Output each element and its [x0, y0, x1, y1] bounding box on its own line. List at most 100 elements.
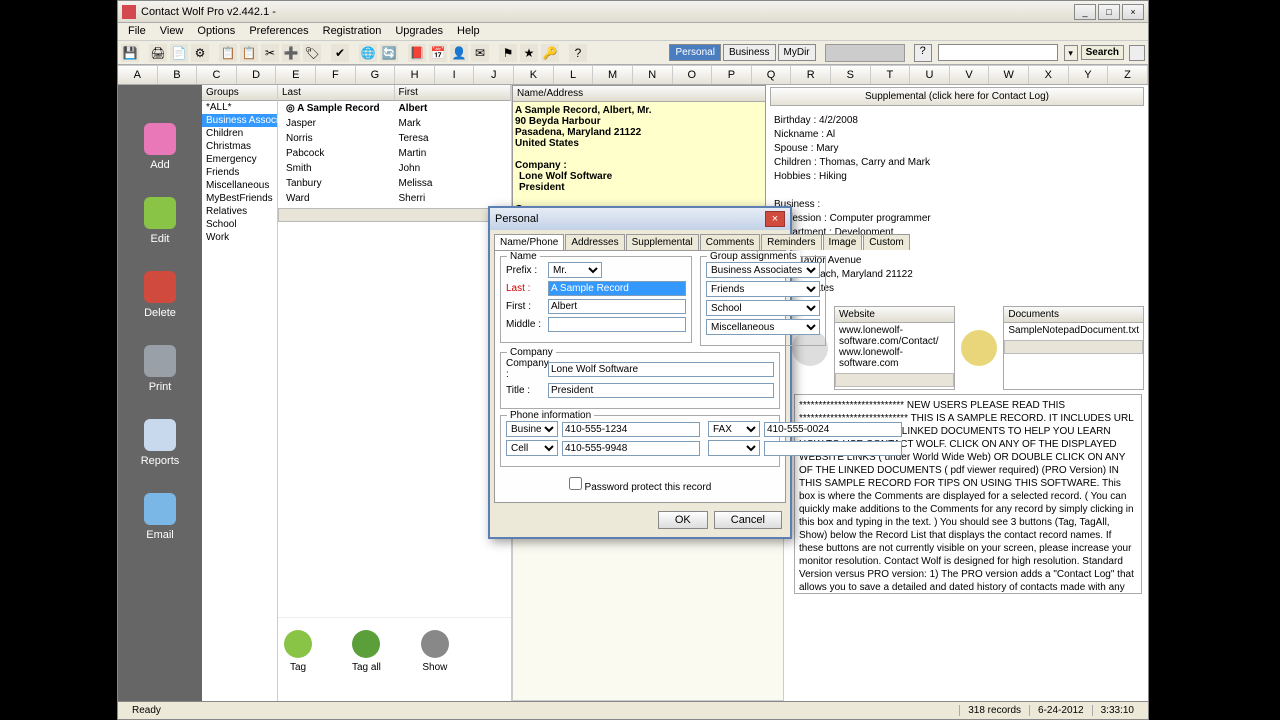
- group-item[interactable]: Christmas: [202, 140, 277, 153]
- menu-upgrades[interactable]: Upgrades: [388, 23, 450, 40]
- search-input[interactable]: [938, 44, 1058, 61]
- search-options-icon[interactable]: [1129, 45, 1145, 61]
- alpha-tab-R[interactable]: R: [791, 65, 831, 84]
- mail-icon[interactable]: ✉: [471, 44, 489, 62]
- help-button[interactable]: ?: [914, 44, 932, 62]
- menu-options[interactable]: Options: [190, 23, 242, 40]
- side-add[interactable]: Add: [144, 115, 176, 179]
- group-item[interactable]: MyBestFriends: [202, 192, 277, 205]
- add-icon[interactable]: ➕: [282, 44, 300, 62]
- contact-row[interactable]: JasperMark: [278, 116, 511, 131]
- alpha-tab-A[interactable]: A: [118, 65, 158, 84]
- contact-row[interactable]: PabcockMartin: [278, 146, 511, 161]
- phone-number-input[interactable]: [562, 441, 700, 456]
- alpha-tab-U[interactable]: U: [910, 65, 950, 84]
- group-item[interactable]: Emergency: [202, 153, 277, 166]
- documents-body[interactable]: SampleNotepadDocument.txt: [1004, 323, 1143, 338]
- alpha-tab-Y[interactable]: Y: [1069, 65, 1109, 84]
- refresh-icon[interactable]: 🔄: [380, 44, 398, 62]
- group-assign-select[interactable]: Friends: [706, 281, 820, 297]
- side-reports[interactable]: Reports: [141, 411, 180, 475]
- cancel-button[interactable]: Cancel: [714, 511, 782, 529]
- alpha-tab-L[interactable]: L: [554, 65, 594, 84]
- website-scrollbar[interactable]: [835, 373, 954, 387]
- group-item[interactable]: Miscellaneous: [202, 179, 277, 192]
- group-item[interactable]: *ALL*: [202, 101, 277, 114]
- menu-preferences[interactable]: Preferences: [242, 23, 315, 40]
- alpha-tab-Q[interactable]: Q: [752, 65, 792, 84]
- close-button[interactable]: ×: [1122, 4, 1144, 20]
- paste-icon[interactable]: 📋: [240, 44, 258, 62]
- dialog-tab-comments[interactable]: Comments: [700, 234, 760, 250]
- alpha-tab-N[interactable]: N: [633, 65, 673, 84]
- dialog-tab-custom[interactable]: Custom: [863, 234, 909, 250]
- side-edit[interactable]: Edit: [144, 189, 176, 253]
- mode-business[interactable]: Business: [723, 44, 776, 61]
- book-icon[interactable]: 📕: [408, 44, 426, 62]
- middle-input[interactable]: [548, 317, 686, 332]
- globe-icon[interactable]: 🌐: [359, 44, 377, 62]
- tag-icon[interactable]: 🏷: [303, 44, 321, 62]
- print-icon[interactable]: 🖨: [149, 44, 167, 62]
- alpha-tab-H[interactable]: H: [395, 65, 435, 84]
- alpha-tab-E[interactable]: E: [276, 65, 316, 84]
- menu-view[interactable]: View: [153, 23, 191, 40]
- key-icon[interactable]: 🔑: [541, 44, 559, 62]
- contacts-scrollbar[interactable]: [278, 208, 511, 222]
- phone-number-input[interactable]: [764, 422, 902, 437]
- phone-type-select[interactable]: FAX: [708, 421, 760, 437]
- tool-tag-all[interactable]: Tag all: [352, 630, 381, 673]
- alpha-tab-F[interactable]: F: [316, 65, 356, 84]
- group-item[interactable]: Friends: [202, 166, 277, 179]
- save-icon[interactable]: 💾: [121, 44, 139, 62]
- alpha-tab-D[interactable]: D: [237, 65, 277, 84]
- col-first-header[interactable]: First: [395, 85, 512, 101]
- alpha-tab-G[interactable]: G: [356, 65, 396, 84]
- group-assign-select[interactable]: School: [706, 300, 820, 316]
- group-assign-select[interactable]: Business Associates: [706, 262, 820, 278]
- company-input[interactable]: [548, 362, 774, 377]
- print-preview-icon[interactable]: 📄: [170, 44, 188, 62]
- dialog-tab-supplemental[interactable]: Supplemental: [626, 234, 699, 250]
- group-item[interactable]: Relatives: [202, 205, 277, 218]
- group-assign-select[interactable]: Miscellaneous: [706, 319, 820, 335]
- side-delete[interactable]: Delete: [144, 263, 176, 327]
- website-body[interactable]: www.lonewolf-software.com/Contact/ www.l…: [835, 323, 954, 371]
- contact-row[interactable]: NorrisTeresa: [278, 131, 511, 146]
- person-icon[interactable]: 👤: [450, 44, 468, 62]
- first-input[interactable]: [548, 299, 686, 314]
- group-item[interactable]: Business Associates: [202, 114, 277, 127]
- search-button[interactable]: Search: [1081, 45, 1124, 60]
- check-icon[interactable]: ✔: [331, 44, 349, 62]
- star-icon[interactable]: ★: [520, 44, 538, 62]
- password-checkbox[interactable]: [569, 477, 582, 490]
- cut-icon[interactable]: ✂: [261, 44, 279, 62]
- phone-number-input[interactable]: [764, 441, 902, 456]
- mode-personal[interactable]: Personal: [669, 44, 720, 61]
- tool-tag[interactable]: Tag: [284, 630, 312, 673]
- alpha-tab-C[interactable]: C: [197, 65, 237, 84]
- calendar-icon[interactable]: 📅: [429, 44, 447, 62]
- maximize-button[interactable]: □: [1098, 4, 1120, 20]
- group-item[interactable]: Children: [202, 127, 277, 140]
- title-input[interactable]: [548, 383, 774, 398]
- dialog-tab-image[interactable]: Image: [823, 234, 863, 250]
- copy-icon[interactable]: 📋: [219, 44, 237, 62]
- dialog-titlebar[interactable]: Personal ×: [490, 208, 790, 230]
- dialog-close-button[interactable]: ×: [765, 211, 785, 227]
- contact-row[interactable]: WardSherri: [278, 191, 511, 206]
- flag-icon[interactable]: ⚑: [499, 44, 517, 62]
- alpha-tab-T[interactable]: T: [871, 65, 911, 84]
- alpha-tab-Z[interactable]: Z: [1108, 65, 1148, 84]
- phone-type-select[interactable]: [708, 440, 760, 456]
- phone-type-select[interactable]: Business: [506, 421, 558, 437]
- phone-type-select[interactable]: Cell: [506, 440, 558, 456]
- col-last-header[interactable]: Last: [278, 85, 395, 101]
- alpha-tab-K[interactable]: K: [514, 65, 554, 84]
- alpha-tab-S[interactable]: S: [831, 65, 871, 84]
- contact-row[interactable]: SmithJohn: [278, 161, 511, 176]
- side-print[interactable]: Print: [144, 337, 176, 401]
- menu-registration[interactable]: Registration: [316, 23, 389, 40]
- dialog-tab-namephone[interactable]: Name/Phone: [494, 234, 564, 250]
- alpha-tab-V[interactable]: V: [950, 65, 990, 84]
